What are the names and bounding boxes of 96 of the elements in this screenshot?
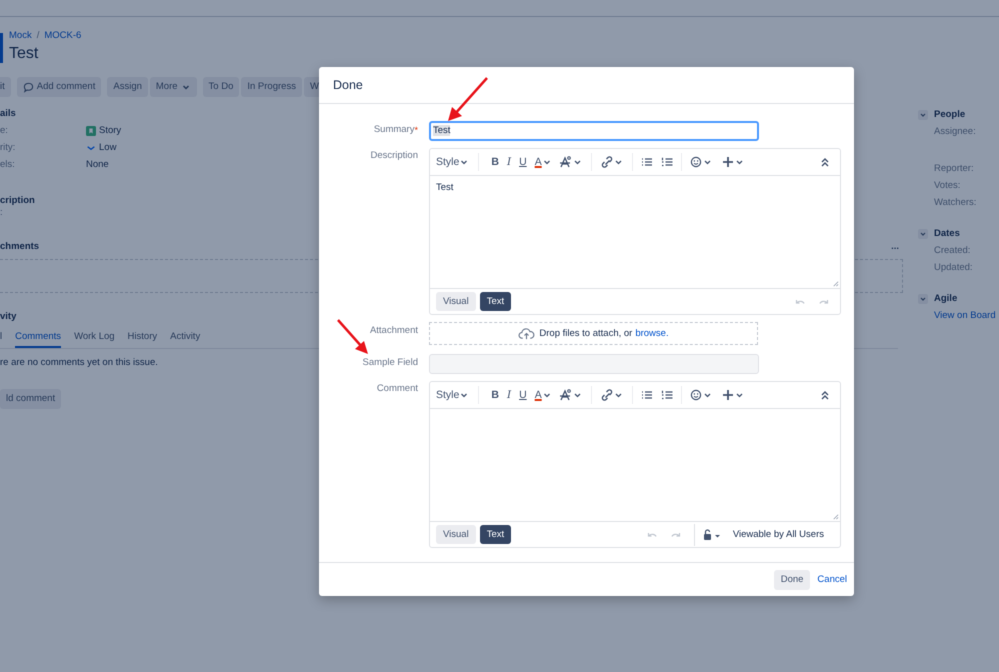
text-color-button[interactable]: A — [534, 389, 551, 401]
field-label: rity: — [0, 141, 16, 155]
required-mark: * — [414, 125, 418, 135]
add-comment-button[interactable]: ld comment — [0, 389, 62, 409]
underline-button[interactable]: U — [519, 389, 527, 401]
activity-tab[interactable]: l — [0, 328, 2, 348]
numbered-list-icon[interactable] — [660, 389, 673, 401]
resize-handle-icon[interactable] — [832, 280, 839, 287]
add-comment-button[interactable]: Add comment — [16, 77, 102, 97]
breadcrumb-link[interactable]: MOCK-6 — [44, 30, 82, 42]
style-dropdown[interactable]: Style — [436, 156, 468, 168]
done-button[interactable]: Done — [774, 570, 810, 590]
story-icon — [86, 126, 96, 136]
link-icon[interactable] — [600, 388, 624, 402]
text-input-field[interactable]: Test — [429, 121, 759, 141]
field-label: Comment — [376, 383, 418, 394]
toolbar-button[interactable]: To Do — [202, 77, 240, 97]
field-value: Low — [99, 141, 116, 155]
bullet-list-icon[interactable] — [640, 156, 653, 168]
style-dropdown[interactable]: Style — [436, 389, 468, 401]
resize-handle-icon[interactable] — [832, 513, 839, 520]
section-heading: chments — [0, 241, 40, 253]
sidebar-heading: Agile — [934, 293, 958, 305]
text-format-icon[interactable] — [558, 388, 583, 402]
text-color-button[interactable]: A — [534, 156, 551, 168]
speech-bubble-icon — [22, 82, 34, 92]
activity-tab[interactable]: Comments — [15, 328, 62, 348]
editor-mode-tab[interactable]: Text — [480, 525, 512, 544]
issue-title: Test — [9, 44, 40, 64]
toolbar-button[interactable]: Assign — [107, 77, 148, 97]
chevron-down-icon[interactable] — [918, 294, 928, 304]
annotation-arrow — [446, 76, 490, 122]
annotation-arrow — [336, 318, 370, 356]
sidebar-label: Assignee: — [934, 125, 977, 138]
numbered-list-icon[interactable] — [660, 156, 673, 168]
bold-button[interactable]: B — [491, 156, 499, 168]
underline-button[interactable]: U — [519, 156, 527, 168]
field-label: Description — [370, 150, 418, 161]
editor-mode-tab[interactable]: Text — [480, 292, 512, 311]
italic-button[interactable]: I — [506, 389, 512, 401]
section-heading: ails — [0, 108, 16, 120]
caret-icon — [460, 158, 468, 166]
toolbar-button[interactable]: it — [0, 77, 11, 97]
toolbar-button[interactable]: In Progress — [241, 77, 302, 97]
italic-button[interactable]: I — [506, 156, 512, 168]
caret-icon — [542, 158, 551, 166]
field-label: e: — [0, 124, 9, 138]
sidebar-heading: People — [934, 109, 966, 121]
chevron-down-icon[interactable] — [918, 229, 928, 239]
drop-files-text: Drop files to attach, or — [539, 328, 632, 340]
activity-tab[interactable]: Activity — [170, 328, 200, 348]
text-input-field[interactable] — [429, 354, 759, 374]
sidebar-label: Votes: — [934, 179, 962, 192]
sidebar-label: Watchers: — [934, 196, 978, 209]
field-label: Sample Field — [362, 357, 418, 368]
activity-tab[interactable]: Work Log — [74, 328, 115, 348]
sidebar-label: Created: — [934, 244, 972, 257]
sidebar-label: Reporter: — [934, 162, 975, 175]
breadcrumb-link[interactable]: Mock — [9, 30, 32, 42]
collapse-icon[interactable] — [819, 389, 831, 401]
text-format-icon[interactable] — [558, 155, 583, 169]
field-label: Summary — [374, 124, 414, 135]
sidebar-label: Updated: — [934, 261, 974, 274]
activity-tab[interactable]: History — [128, 328, 158, 348]
chevron-down-icon[interactable] — [918, 110, 928, 120]
empty-message: re are no comments yet on this issue. — [0, 357, 158, 369]
section-heading: vity — [0, 311, 16, 323]
editor-mode-tab[interactable]: Visual — [436, 525, 476, 544]
editor-text-area[interactable]: Test — [430, 176, 840, 288]
attachment-drop-zone[interactable]: Drop files to attach, or browse. — [429, 322, 758, 345]
more-options-button[interactable]: ... — [891, 241, 899, 253]
dialog-title: Done — [333, 79, 363, 91]
browse-link[interactable]: browse. — [635, 328, 669, 340]
bullet-list-icon[interactable] — [640, 389, 653, 401]
field-label: els: — [0, 158, 16, 172]
view-on-board-link[interactable]: View on Board — [934, 310, 996, 321]
caret-icon — [460, 391, 468, 399]
description-text: : — [0, 207, 4, 219]
field-value: Story — [99, 124, 122, 138]
sidebar-heading: Dates — [934, 228, 960, 240]
collapse-icon[interactable] — [819, 156, 831, 168]
more-menu-button[interactable]: More — [150, 77, 197, 97]
cancel-link[interactable]: Cancel — [817, 574, 847, 586]
editor-mode-tab[interactable]: Visual — [436, 292, 476, 311]
link-icon[interactable] — [600, 155, 624, 169]
field-value: None — [86, 158, 109, 172]
field-label: Attachment — [370, 325, 418, 336]
editor-text: Test — [436, 182, 454, 193]
lock-dropdown-icon[interactable] — [702, 528, 723, 540]
bold-button[interactable]: B — [491, 389, 499, 401]
breadcrumb-separator: / — [36, 30, 40, 42]
cloud-upload-icon — [518, 327, 536, 340]
project-avatar — [0, 33, 3, 63]
section-heading: cription — [0, 195, 35, 207]
visibility-label: Viewable by All Users — [732, 528, 824, 540]
caret-icon — [542, 391, 551, 399]
